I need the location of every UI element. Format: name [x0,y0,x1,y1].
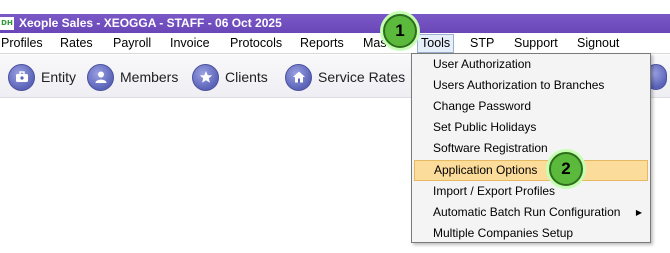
menu-signout[interactable]: Signout [577,34,619,53]
menuitem-label: User Authorization [433,57,532,71]
menu-bar: Profiles Rates Payroll Invoice Protocols… [0,33,670,54]
menu-tools[interactable]: Tools [417,34,455,53]
menu-rates[interactable]: Rates [60,34,93,53]
menuitem-label: Set Public Holidays [433,120,537,134]
menuitem-automatic-batch-run-configuration[interactable]: Automatic Batch Run Configuration ▶ [414,202,648,223]
menu-invoice[interactable]: Invoice [170,34,210,53]
house-icon [285,63,312,91]
toolbar-service-rates-button[interactable]: Service Rates [285,61,405,93]
menuitem-label: Software Registration [433,141,548,155]
menuitem-change-password[interactable]: Change Password [414,96,648,117]
menuitem-import-export-profiles[interactable]: Import / Export Profiles [414,181,648,202]
menuitem-label: Users Authorization to Branches [433,78,605,92]
step-callout-1: 1 [383,14,417,48]
menuitem-user-authorization[interactable]: User Authorization [414,54,648,75]
menuitem-label: Application Options [434,163,538,177]
toolbar-service-rates-label: Service Rates [318,69,406,85]
toolbar-clients-button[interactable]: Clients [192,61,268,93]
menuitem-set-public-holidays[interactable]: Set Public Holidays [414,117,648,138]
menuitem-label: Multiple Companies Setup [433,226,574,240]
menuitem-label: Import / Export Profiles [433,184,556,198]
menu-protocols[interactable]: Protocols [230,34,282,53]
submenu-arrow-icon: ▶ [635,208,642,217]
menuitem-label: Automatic Batch Run Configuration [433,205,621,219]
step-callout-2: 2 [549,152,583,186]
menuitem-software-registration[interactable]: Software Registration [414,138,648,159]
menu-reports[interactable]: Reports [300,34,344,53]
briefcase-icon [8,63,35,91]
menu-support[interactable]: Support [514,34,558,53]
title-bar: DH Xeople Sales - XEOGGA - STAFF - 06 Oc… [0,14,670,33]
toolbar-entity-label: Entity [41,69,77,85]
menuitem-multiple-companies-setup[interactable]: Multiple Companies Setup [414,223,648,244]
menu-stp[interactable]: STP [470,34,494,53]
menu-profiles[interactable]: Profiles [1,34,43,53]
star-icon [192,63,219,91]
menuitem-application-options[interactable]: Application Options [414,160,648,181]
toolbar-members-button[interactable]: Members [87,61,178,93]
menu-payroll[interactable]: Payroll [113,34,151,53]
person-icon [87,63,114,91]
toolbar-entity-button[interactable]: Entity [8,61,76,93]
window-title: Xeople Sales - XEOGGA - STAFF - 06 Oct 2… [19,16,282,30]
tools-dropdown-menu: User Authorization Users Authorization t… [411,53,651,243]
app-window: DH Xeople Sales - XEOGGA - STAFF - 06 Oc… [0,0,670,253]
toolbar-members-label: Members [120,69,179,85]
menuitem-label: Change Password [433,99,532,113]
menuitem-users-authorization-branches[interactable]: Users Authorization to Branches [414,75,648,96]
toolbar-clients-label: Clients [225,69,268,85]
app-logo-icon: DH [0,17,14,30]
